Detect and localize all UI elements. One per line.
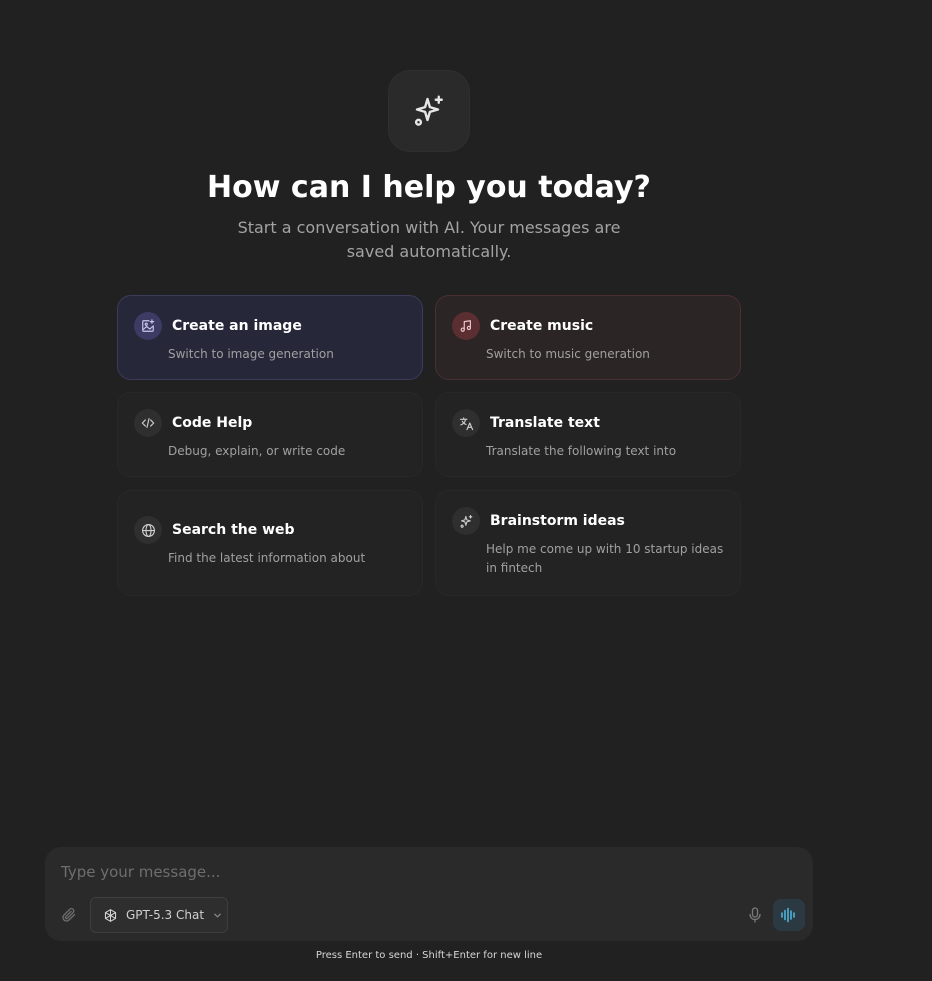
suggestion-card-brainstorm-ideas[interactable]: Brainstorm ideas Help me come up with 10… (435, 490, 741, 596)
suggestion-card-code-help[interactable]: Code Help Debug, explain, or write code (117, 392, 423, 477)
suggestion-card-search-web[interactable]: Search the web Find the latest informati… (117, 490, 423, 596)
voice-mode-button[interactable] (773, 899, 805, 931)
page-subtitle: Start a conversation with AI. Your messa… (237, 218, 621, 261)
suggestion-card-create-music[interactable]: Create music Switch to music generation (435, 295, 741, 380)
suggestion-description: Switch to music generation (486, 347, 650, 361)
page-title: How can I help you today? (207, 170, 651, 205)
sparkles-icon (452, 507, 480, 535)
message-input[interactable] (61, 859, 761, 885)
model-selector-button[interactable]: GPT-5.3 Chat (90, 897, 228, 933)
sparkles-icon (388, 70, 470, 152)
code-icon (134, 409, 162, 437)
suggestion-description: Translate the following text into (486, 444, 677, 458)
suggestion-title: Search the web (172, 522, 295, 538)
suggestion-title: Create an image (172, 318, 302, 334)
chat-page: How can I help you today? Start a conver… (0, 0, 932, 981)
suggestion-title: Create music (490, 318, 594, 334)
suggestion-card-create-image[interactable]: Create an image Switch to image generati… (117, 295, 423, 380)
openai-logo-icon (103, 908, 118, 923)
music-note-icon (452, 312, 480, 340)
translate-icon (452, 409, 480, 437)
suggestion-title: Translate text (490, 415, 600, 431)
globe-icon (134, 516, 162, 544)
suggestion-description: Switch to image generation (168, 347, 334, 361)
suggestion-description: Debug, explain, or write code (168, 444, 346, 458)
suggestion-title: Brainstorm ideas (490, 513, 625, 529)
microphone-icon[interactable] (746, 905, 764, 925)
suggestion-title: Code Help (172, 415, 253, 431)
suggestion-description: Find the latest information about (168, 551, 366, 565)
suggestion-card-translate-text[interactable]: Translate text Translate the following t… (435, 392, 741, 477)
message-composer: GPT-5.3 Chat (45, 847, 813, 941)
chevron-down-icon (213, 911, 222, 920)
image-plus-icon (134, 312, 162, 340)
audio-waveform-icon (780, 907, 798, 923)
suggestion-description: Help me come up with 10 startup ideas in… (486, 542, 724, 575)
paperclip-icon[interactable] (59, 905, 79, 925)
model-label: GPT-5.3 Chat (126, 908, 205, 922)
keyboard-hint: Press Enter to send · Shift+Enter for ne… (315, 950, 543, 961)
